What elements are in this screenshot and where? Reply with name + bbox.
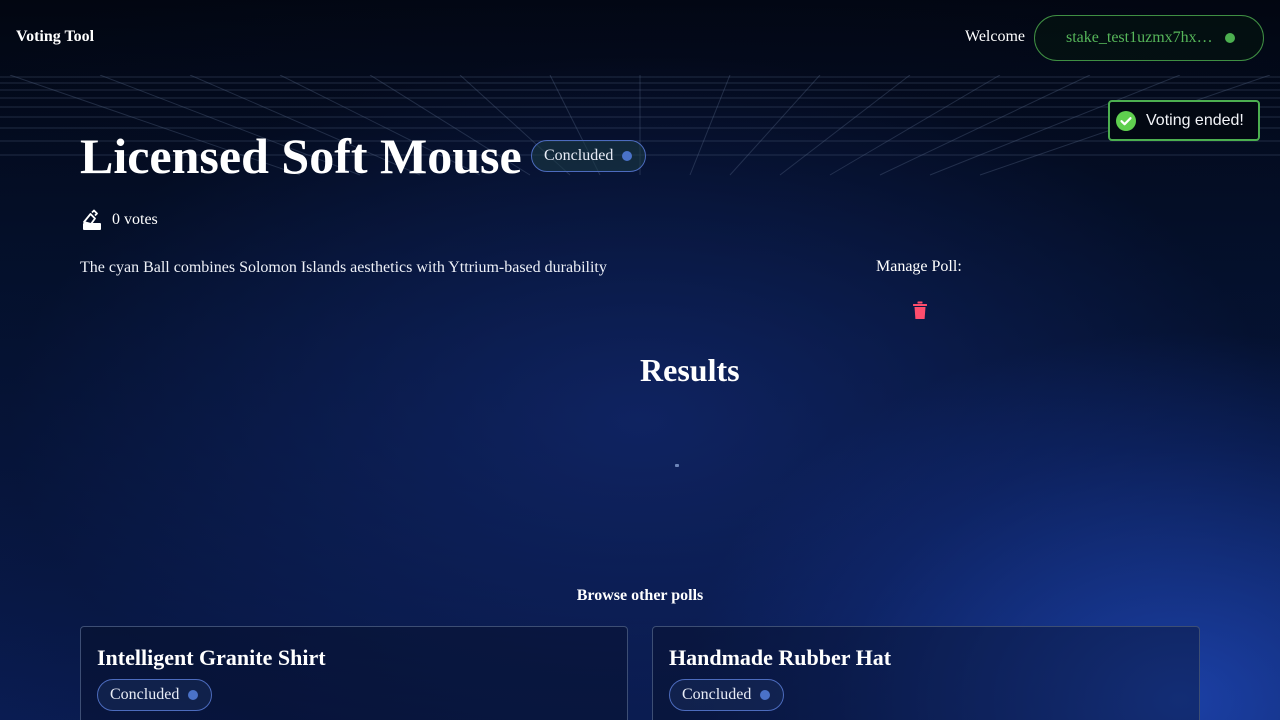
poll-card-status-badge: Concluded <box>669 679 785 711</box>
wallet-address: stake_test1uzmx7hx… <box>1066 29 1213 46</box>
poll-description: The cyan Ball combines Solomon Islands a… <box>80 259 607 276</box>
welcome-label: Welcome <box>965 28 1026 45</box>
manage-poll-label: Manage Poll: <box>876 258 962 275</box>
wallet-button[interactable]: stake_test1uzmx7hx… <box>1034 15 1264 61</box>
check-circle-icon <box>1116 110 1136 131</box>
browse-polls-heading: Browse other polls <box>576 587 704 604</box>
wallet-connected-indicator <box>1225 33 1235 43</box>
status-label: Concluded <box>110 686 180 703</box>
app-brand[interactable]: Voting Tool <box>16 28 94 46</box>
poll-card[interactable]: Handmade Rubber Hat Concluded <box>652 626 1200 720</box>
status-dot <box>760 690 771 700</box>
trash-icon[interactable] <box>911 300 929 320</box>
poll-card-title[interactable]: Handmade Rubber Hat <box>669 645 891 671</box>
poll-status-badge: Concluded <box>531 140 647 172</box>
toast-notification[interactable]: Voting ended! <box>1108 100 1260 141</box>
status-label: Concluded <box>682 686 752 703</box>
results-loading-indicator <box>675 464 679 467</box>
poll-card-status-badge: Concluded <box>97 679 213 711</box>
poll-card-title[interactable]: Intelligent Granite Shirt <box>97 645 326 671</box>
ballot-box-icon <box>83 209 101 230</box>
poll-title: Licensed Soft Mouse <box>80 128 522 184</box>
vote-count-label: 0 votes <box>112 211 158 228</box>
results-heading: Results <box>640 352 740 388</box>
poll-card[interactable]: Intelligent Granite Shirt Concluded <box>80 626 628 720</box>
vote-count: 0 votes <box>80 208 158 232</box>
toast-message: Voting ended! <box>1146 111 1244 129</box>
top-navigation-bar: Voting Tool Welcome stake_test1uzmx7hx… <box>0 0 1280 76</box>
status-dot <box>622 151 633 161</box>
status-dot <box>188 690 199 700</box>
status-label: Concluded <box>544 147 614 164</box>
